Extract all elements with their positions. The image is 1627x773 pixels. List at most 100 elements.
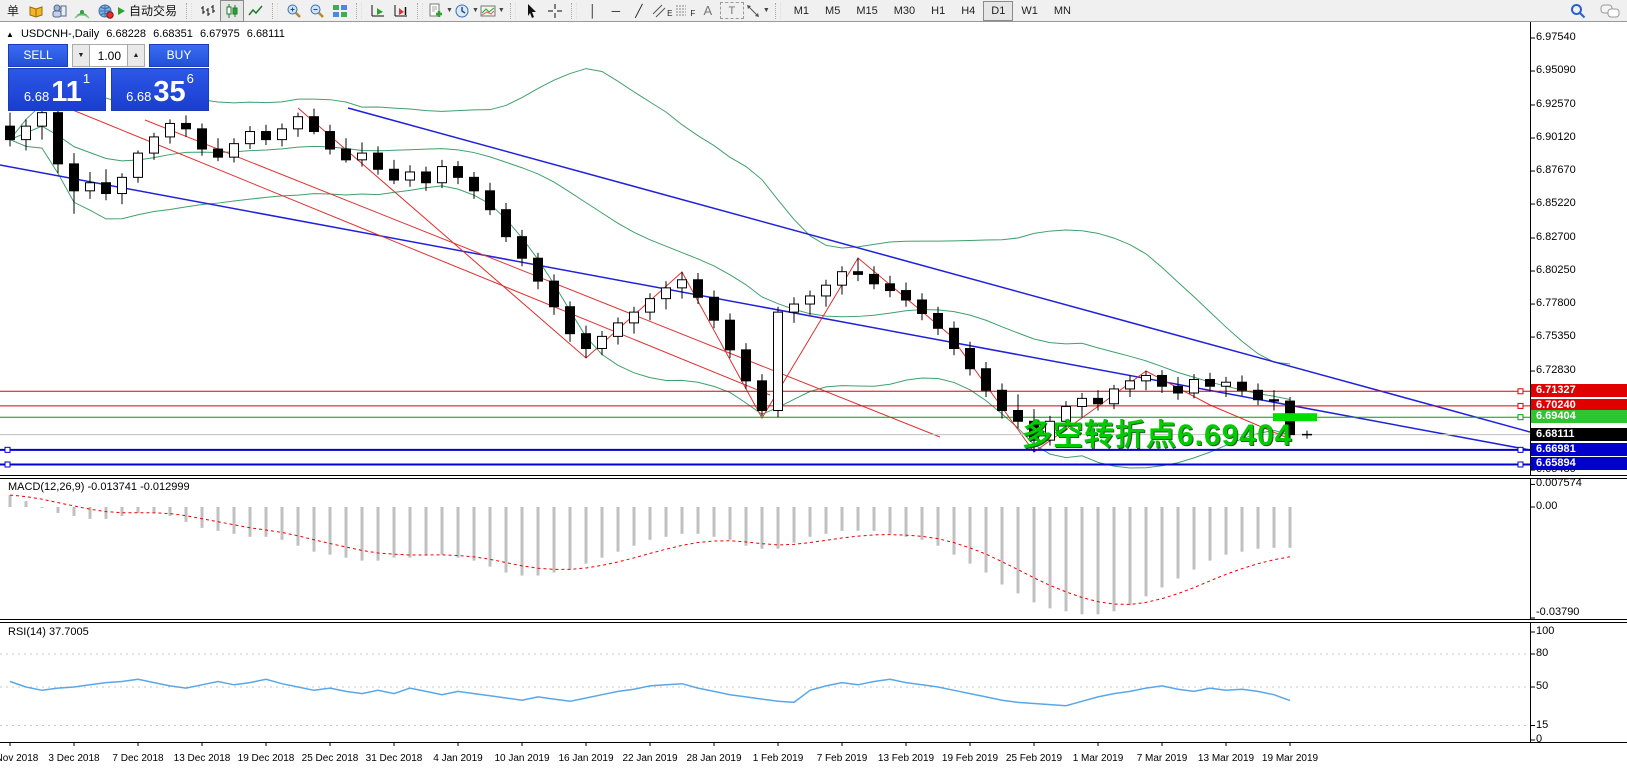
timeframe-h1-button[interactable]: H1 bbox=[923, 1, 953, 21]
axis-tick-label: 80 bbox=[1536, 647, 1626, 660]
pane-separator[interactable] bbox=[0, 619, 1627, 623]
new-order-button[interactable]: 单 bbox=[2, 1, 24, 21]
cursor-tool-button[interactable] bbox=[521, 1, 543, 21]
new-chart-button[interactable]: ▼ bbox=[428, 1, 453, 21]
timeframe-m1-button[interactable]: M1 bbox=[786, 1, 817, 21]
date-axis-label: 19 Dec 2018 bbox=[231, 753, 301, 764]
one-click-trading-panel: SELL ▼ ▲ BUY 6.68 11 1 6.68 35 6 bbox=[8, 44, 209, 111]
template-button[interactable]: ▼ bbox=[480, 1, 505, 21]
axis-tick-label: 6.92570 bbox=[1536, 98, 1626, 111]
timeframe-m5-button[interactable]: M5 bbox=[817, 1, 848, 21]
bar-chart-button[interactable] bbox=[197, 1, 219, 21]
vertical-line-tool-button[interactable]: │ bbox=[582, 1, 604, 21]
timeframe-toolbar: M1M5M15M30H1H4D1W1MN bbox=[786, 1, 1079, 21]
zoom-in-button[interactable] bbox=[283, 1, 305, 21]
search-icon[interactable] bbox=[1567, 1, 1589, 21]
text-label-tool-button[interactable]: T bbox=[720, 2, 744, 19]
dropdown-caret-icon: ▼ bbox=[498, 7, 505, 14]
candlestick-chart-button[interactable] bbox=[220, 0, 244, 22]
horizontal-line-tool-button[interactable]: ─ bbox=[605, 1, 627, 21]
trendline-tool-button[interactable]: ╱ bbox=[628, 1, 650, 21]
axis-tick-label: 0.007574 bbox=[1536, 477, 1626, 490]
sell-price-big: 11 bbox=[51, 78, 82, 107]
axis-tick-label: 6.75350 bbox=[1536, 330, 1626, 343]
date-axis-label: 3 Dec 2018 bbox=[39, 753, 109, 764]
time-axis-border bbox=[0, 742, 1627, 743]
chart-shift-button[interactable] bbox=[390, 1, 412, 21]
fibonacci-tool-button[interactable]: F bbox=[674, 1, 696, 21]
volume-decrease-button[interactable]: ▼ bbox=[72, 44, 90, 67]
volume-increase-button[interactable]: ▲ bbox=[127, 44, 145, 67]
buy-price-sup: 6 bbox=[187, 73, 194, 85]
arrows-tool-button[interactable]: ▼ bbox=[745, 1, 770, 21]
zoom-out-button[interactable] bbox=[306, 1, 328, 21]
pane-separator[interactable] bbox=[0, 475, 1627, 479]
buy-button[interactable]: BUY bbox=[149, 44, 209, 67]
dropdown-caret-icon: ▼ bbox=[472, 7, 479, 14]
chart-canvas[interactable] bbox=[0, 0, 1627, 773]
date-axis-label: 22 Jan 2019 bbox=[615, 753, 685, 764]
symbol-period-label: USDCNH-,Daily bbox=[21, 28, 99, 40]
price-axis-border bbox=[1530, 22, 1531, 742]
buy-price-big: 35 bbox=[153, 78, 185, 107]
toolbar-separator bbox=[417, 3, 423, 19]
price-level-label: 6.68111 bbox=[1531, 428, 1627, 441]
date-axis-label: 4 Jan 2019 bbox=[423, 753, 493, 764]
timeframe-w1-button[interactable]: W1 bbox=[1013, 1, 1046, 21]
axis-tick-label: 6.72830 bbox=[1536, 364, 1626, 377]
timeframe-h4-button[interactable]: H4 bbox=[953, 1, 983, 21]
text-tool-button[interactable]: A bbox=[697, 1, 719, 21]
fibonacci-tool-label: F bbox=[690, 9, 695, 18]
chat-icon[interactable] bbox=[1599, 1, 1621, 21]
sell-price[interactable]: 6.68 11 1 bbox=[8, 68, 106, 111]
date-axis-label: 31 Dec 2018 bbox=[359, 753, 429, 764]
date-axis-label: 25 Dec 2018 bbox=[295, 753, 365, 764]
channel-tool-label: E bbox=[667, 9, 672, 18]
timeframe-m15-button[interactable]: M15 bbox=[848, 1, 885, 21]
date-axis-label: 13 Mar 2019 bbox=[1191, 753, 1261, 764]
crosshair-tool-button[interactable] bbox=[544, 1, 566, 21]
toolbar-separator bbox=[272, 3, 278, 19]
auto-scroll-button[interactable] bbox=[367, 1, 389, 21]
axis-tick-label: 6.82700 bbox=[1536, 231, 1626, 244]
axis-tick-label: 6.95090 bbox=[1536, 64, 1626, 77]
signal-icon[interactable] bbox=[71, 1, 93, 21]
book-icon[interactable] bbox=[25, 1, 47, 21]
chart-annotation[interactable]: 多空转折点6.69404 bbox=[1022, 410, 1292, 454]
timeframe-d1-button[interactable]: D1 bbox=[983, 1, 1013, 21]
autotrade-button[interactable]: 自动交易 bbox=[94, 1, 181, 21]
period-button[interactable]: ▼ bbox=[454, 1, 479, 21]
date-axis-label: 7 Feb 2019 bbox=[807, 753, 877, 764]
tile-windows-button[interactable] bbox=[329, 1, 351, 21]
date-axis-label: 16 Jan 2019 bbox=[551, 753, 621, 764]
timeframe-mn-button[interactable]: MN bbox=[1046, 1, 1079, 21]
axis-tick-label: 100 bbox=[1536, 625, 1626, 638]
date-axis-label: 19 Mar 2019 bbox=[1255, 753, 1325, 764]
collapse-arrow-icon[interactable]: ▲ bbox=[6, 30, 14, 39]
price-level-label: 6.66981 bbox=[1531, 443, 1627, 456]
axis-tick-label: 15 bbox=[1536, 719, 1626, 732]
macd-label: MACD(12,26,9) -0.013741 -0.012999 bbox=[8, 481, 190, 493]
axis-tick-label: 6.80250 bbox=[1536, 264, 1626, 277]
timeframe-m30-button[interactable]: M30 bbox=[886, 1, 923, 21]
date-axis-label: 1 Feb 2019 bbox=[743, 753, 813, 764]
channel-tool-button[interactable]: E bbox=[651, 1, 673, 21]
sell-button[interactable]: SELL bbox=[8, 44, 68, 67]
axis-tick-label: 50 bbox=[1536, 680, 1626, 693]
buy-price[interactable]: 6.68 35 6 bbox=[111, 68, 209, 111]
profile-icon[interactable] bbox=[48, 1, 70, 21]
close-value: 6.68111 bbox=[247, 28, 285, 40]
axis-tick-label: 6.87670 bbox=[1536, 164, 1626, 177]
autotrade-label: 自动交易 bbox=[129, 2, 177, 19]
toolbar-separator bbox=[510, 3, 516, 19]
volume-input[interactable] bbox=[90, 44, 127, 67]
dropdown-caret-icon: ▼ bbox=[763, 7, 770, 14]
axis-tick-label: 6.97540 bbox=[1536, 31, 1626, 44]
date-axis-label: 25 Feb 2019 bbox=[999, 753, 1069, 764]
date-axis-label: 7 Mar 2019 bbox=[1127, 753, 1197, 764]
date-axis-label: 13 Dec 2018 bbox=[167, 753, 237, 764]
axis-tick-label: 0.00 bbox=[1536, 500, 1626, 513]
line-chart-button[interactable] bbox=[245, 1, 267, 21]
low-value: 6.67975 bbox=[200, 28, 240, 40]
open-value: 6.68228 bbox=[106, 28, 146, 40]
